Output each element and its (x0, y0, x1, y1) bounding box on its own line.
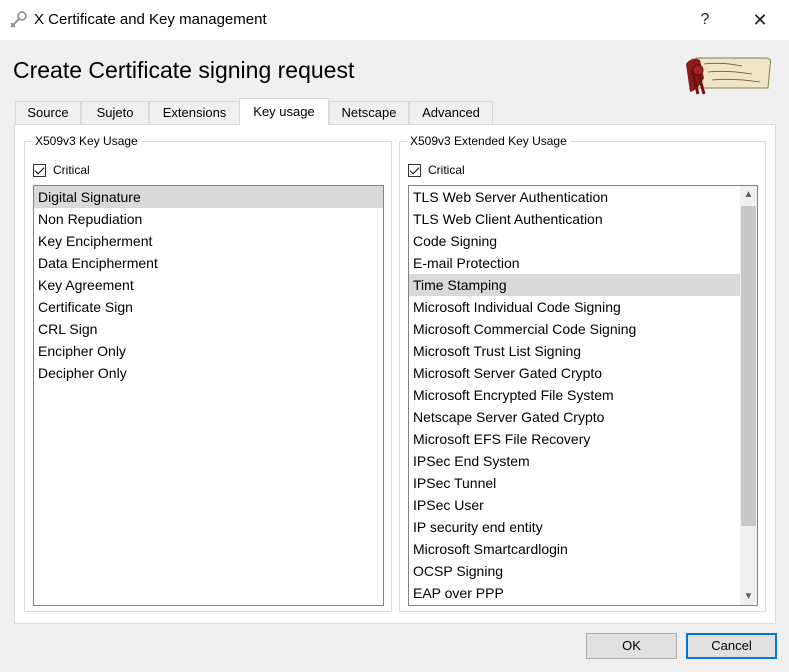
vertical-scrollbar[interactable]: ▲ ▼ (740, 186, 757, 605)
key-usage-list[interactable]: Digital Signature Non Repudiation Key En… (33, 185, 384, 606)
list-item[interactable]: TLS Web Client Authentication (409, 208, 740, 230)
list-item[interactable]: Data Encipherment (34, 252, 383, 274)
list-item[interactable]: IPSec End System (409, 450, 740, 472)
list-item[interactable]: Non Repudiation (34, 208, 383, 230)
chevron-up-icon[interactable]: ▲ (740, 186, 757, 203)
list-item[interactable]: Microsoft Encrypted File System (409, 384, 740, 406)
extended-key-usage-critical-checkbox[interactable]: Critical (408, 162, 465, 178)
page-title: Create Certificate signing request (13, 57, 355, 83)
key-usage-critical-checkbox[interactable]: Critical (33, 162, 90, 178)
ok-button[interactable]: OK (586, 633, 677, 659)
list-item[interactable]: E-mail Protection (409, 252, 740, 274)
list-item[interactable]: Microsoft Server Gated Crypto (409, 362, 740, 384)
list-item[interactable]: IP security end entity (409, 516, 740, 538)
key-usage-title: X509v3 Key Usage (32, 134, 141, 148)
key-usage-critical-label: Critical (53, 163, 90, 177)
list-item[interactable]: TLS Web Server Authentication (409, 186, 740, 208)
list-item[interactable]: IPSec Tunnel (409, 472, 740, 494)
list-item[interactable]: Digital Signature (34, 186, 383, 208)
tab-extensions[interactable]: Extensions (149, 101, 240, 124)
list-item[interactable]: Microsoft Commercial Code Signing (409, 318, 740, 340)
tab-advanced[interactable]: Advanced (409, 101, 493, 124)
tab-netscape[interactable]: Netscape (329, 101, 409, 124)
list-item[interactable]: Encipher Only (34, 340, 383, 362)
close-button[interactable]: ✕ (745, 8, 775, 32)
list-item[interactable]: OCSP Signing (409, 560, 740, 582)
list-item[interactable]: Microsoft EFS File Recovery (409, 428, 740, 450)
extended-key-usage-title: X509v3 Extended Key Usage (407, 134, 570, 148)
scrollbar-thumb[interactable] (741, 206, 756, 526)
window-title: X Certificate and Key management (34, 11, 267, 28)
list-item[interactable]: Microsoft Trust List Signing (409, 340, 740, 362)
key-usage-group: X509v3 Key Usage Critical Digital Signat… (24, 134, 392, 612)
list-item[interactable]: Key Encipherment (34, 230, 383, 252)
certificate-key-icon (10, 11, 27, 28)
cancel-button[interactable]: Cancel (686, 633, 777, 659)
list-item[interactable]: Key Agreement (34, 274, 383, 296)
list-item[interactable]: CRL Sign (34, 318, 383, 340)
list-item[interactable]: IPSec User (409, 494, 740, 516)
list-item[interactable]: Netscape Server Gated Crypto (409, 406, 740, 428)
list-item[interactable]: Decipher Only (34, 362, 383, 384)
list-item[interactable]: Code Signing (409, 230, 740, 252)
extended-key-usage-list[interactable]: TLS Web Server Authentication TLS Web Cl… (408, 185, 758, 606)
tab-key-usage[interactable]: Key usage (239, 98, 329, 125)
tab-sujeto[interactable]: Sujeto (81, 101, 149, 124)
list-item[interactable]: Time Stamping (409, 274, 740, 296)
list-item[interactable]: Microsoft Smartcardlogin (409, 538, 740, 560)
extended-key-usage-critical-label: Critical (428, 163, 465, 177)
tab-source[interactable]: Source (15, 101, 81, 124)
title-bar: X Certificate and Key management ? ✕ (0, 0, 789, 40)
list-item[interactable]: Certificate Sign (34, 296, 383, 318)
list-item[interactable]: EAP over PPP (409, 582, 740, 604)
list-item[interactable]: Microsoft Individual Code Signing (409, 296, 740, 318)
key-usage-panel: X509v3 Key Usage Critical Digital Signat… (14, 124, 776, 624)
help-button[interactable]: ? (690, 8, 720, 32)
checkmark-icon (408, 163, 421, 177)
scroll-logo-icon (686, 57, 771, 95)
chevron-down-icon[interactable]: ▼ (740, 588, 757, 605)
extended-key-usage-group: X509v3 Extended Key Usage Critical TLS W… (399, 134, 766, 612)
checkmark-icon (33, 163, 46, 177)
